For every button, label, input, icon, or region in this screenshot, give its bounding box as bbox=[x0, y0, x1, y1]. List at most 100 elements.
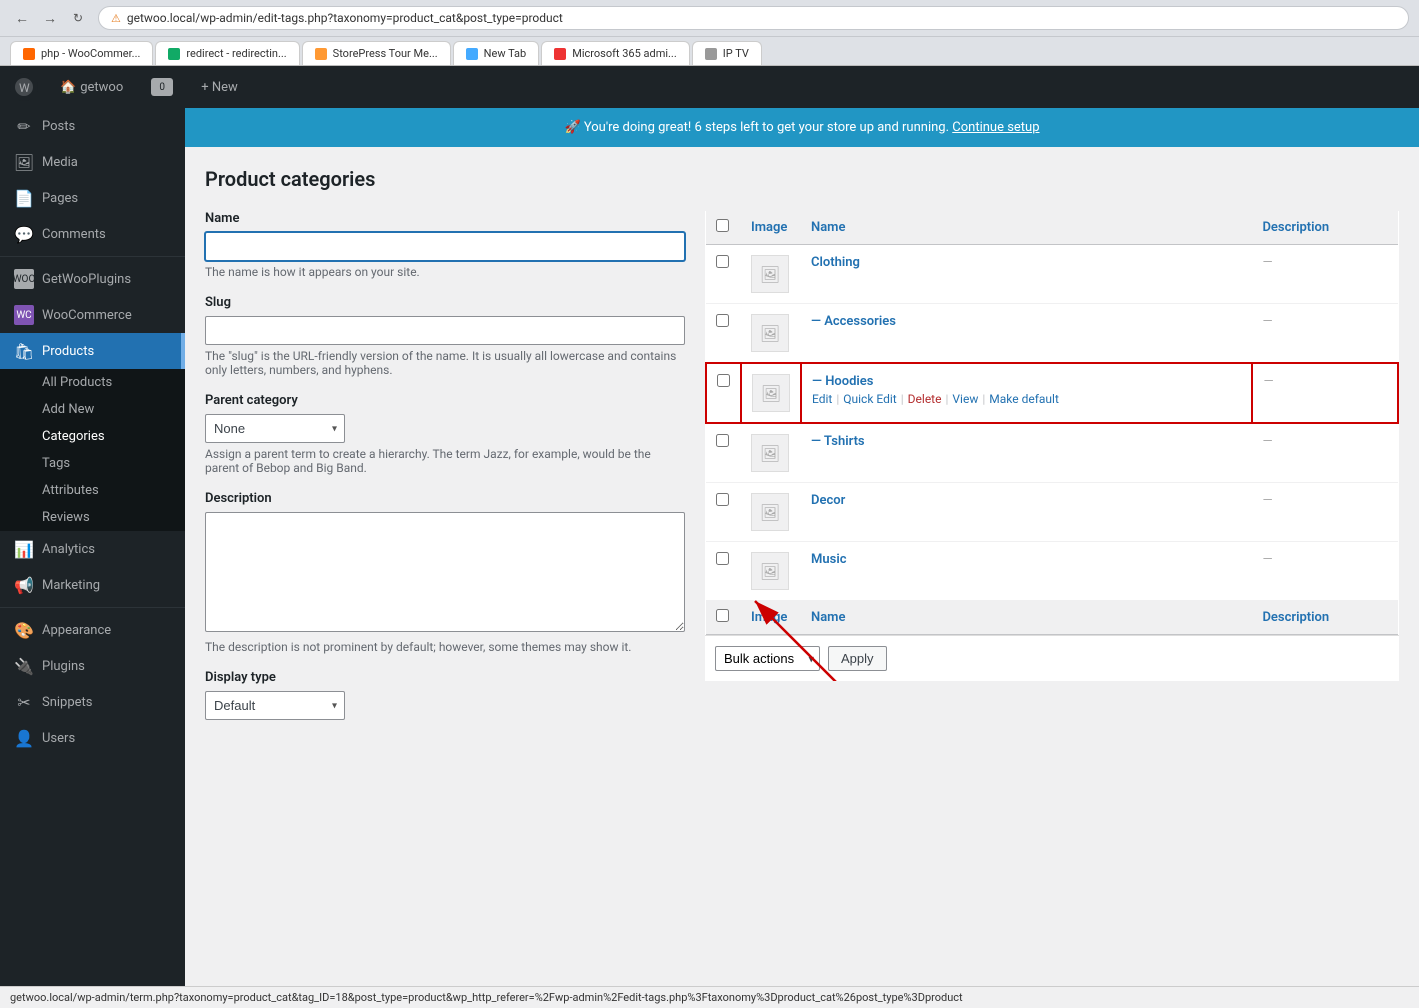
row-desc-cell: — bbox=[1252, 542, 1398, 601]
sidebar-submenu-reviews[interactable]: Reviews bbox=[0, 504, 185, 531]
table-bottom-header-row: Image Name Description bbox=[706, 601, 1398, 635]
description-textarea[interactable] bbox=[205, 512, 685, 632]
col-header-name[interactable]: Name bbox=[801, 211, 1252, 245]
bottom-col-name[interactable]: Name bbox=[801, 601, 1252, 635]
sidebar-item-woocommerce[interactable]: WC WooCommerce bbox=[0, 297, 185, 333]
table-row: 🖼 — Tshirts — bbox=[706, 423, 1398, 483]
sidebar-item-plugins[interactable]: 🔌 Plugins bbox=[0, 648, 185, 684]
sidebar-submenu-all-products[interactable]: All Products bbox=[0, 369, 185, 396]
row-checkbox[interactable] bbox=[717, 374, 730, 387]
tab-php[interactable]: php - WooCommer... bbox=[10, 41, 153, 65]
row-checkbox-cell bbox=[706, 542, 741, 601]
wp-logo[interactable]: W bbox=[10, 73, 38, 101]
row-checkbox[interactable] bbox=[716, 255, 729, 268]
row-checkbox[interactable] bbox=[716, 552, 729, 565]
description-label: Description bbox=[205, 491, 685, 506]
category-name-link[interactable]: — Tshirts bbox=[811, 434, 865, 449]
address-bar[interactable]: ⚠ getwoo.local/wp-admin/edit-tags.php?ta… bbox=[98, 6, 1409, 30]
form-group-slug: Slug The "slug" is the URL-friendly vers… bbox=[205, 295, 685, 377]
form-group-name: Name The name is how it appears on your … bbox=[205, 211, 685, 279]
make-default-link[interactable]: Make default bbox=[989, 392, 1059, 406]
view-link[interactable]: View bbox=[952, 392, 978, 406]
category-name-link[interactable]: Music bbox=[811, 552, 846, 567]
sidebar-item-comments[interactable]: 💬 Comments bbox=[0, 216, 185, 252]
forward-button[interactable]: → bbox=[38, 6, 62, 30]
back-button[interactable]: ← bbox=[10, 6, 34, 30]
bottom-col-image[interactable]: Image bbox=[741, 601, 801, 635]
sidebar-item-analytics[interactable]: 📊 Analytics bbox=[0, 531, 185, 567]
sidebar-item-marketing[interactable]: 📢 Marketing bbox=[0, 567, 185, 603]
row-checkbox[interactable] bbox=[716, 314, 729, 327]
sidebar-item-media[interactable]: 🖼 Media bbox=[0, 144, 185, 180]
tab-newtab[interactable]: New Tab bbox=[453, 41, 540, 65]
sidebar-item-getwoo[interactable]: WOO GetWooPlugins bbox=[0, 261, 185, 297]
category-name-link[interactable]: Clothing bbox=[811, 255, 860, 270]
row-checkbox[interactable] bbox=[716, 434, 729, 447]
sidebar-label-media: Media bbox=[42, 155, 78, 170]
delete-link[interactable]: Delete bbox=[908, 392, 942, 406]
bulk-actions-bar: Bulk actions Delete ▾ Apply bbox=[705, 635, 1399, 681]
sidebar-divider bbox=[0, 256, 185, 257]
quick-edit-link[interactable]: Quick Edit bbox=[843, 392, 896, 406]
sidebar-item-products[interactable]: 🛍 Products bbox=[0, 333, 185, 369]
name-input[interactable] bbox=[205, 232, 685, 261]
parent-select[interactable]: None Clothing Accessories Hoodies Tshirt… bbox=[205, 414, 345, 443]
reload-button[interactable]: ↻ bbox=[66, 6, 90, 30]
bulk-select-wrap: Bulk actions Delete ▾ bbox=[715, 646, 820, 671]
sidebar-item-users[interactable]: 👤 Users bbox=[0, 720, 185, 756]
row-desc-cell: — bbox=[1252, 423, 1398, 483]
row-checkbox[interactable] bbox=[716, 493, 729, 506]
col-header-image[interactable]: Image bbox=[741, 211, 801, 245]
row-image-cell: 🖼 bbox=[741, 304, 801, 364]
sidebar-label-posts: Posts bbox=[42, 119, 75, 134]
sidebar-label-users: Users bbox=[42, 731, 75, 746]
form-group-display-type: Display type Default Products Subcategor… bbox=[205, 670, 685, 720]
row-name-cell: — Hoodies Edit | Quick Edit | Delete bbox=[801, 363, 1252, 423]
bottom-col-description[interactable]: Description bbox=[1252, 601, 1398, 635]
admin-bar-comments[interactable]: 0 bbox=[145, 66, 179, 108]
sidebar-item-pages[interactable]: 📄 Pages bbox=[0, 180, 185, 216]
table-row-hoodies: 🖼 — Hoodies Edit | Quick Edit bbox=[706, 363, 1398, 423]
sidebar-item-appearance[interactable]: 🎨 Appearance bbox=[0, 612, 185, 648]
select-all-checkbox[interactable] bbox=[716, 219, 729, 232]
display-type-select[interactable]: Default Products Subcategories Both bbox=[205, 691, 345, 720]
col-header-description[interactable]: Description bbox=[1252, 211, 1398, 245]
sidebar-item-snippets[interactable]: ✂ Snippets bbox=[0, 684, 185, 720]
sidebar-item-posts[interactable]: ✏ Posts bbox=[0, 108, 185, 144]
parent-hint: Assign a parent term to create a hierarc… bbox=[205, 447, 685, 475]
name-hint: The name is how it appears on your site. bbox=[205, 265, 685, 279]
apply-button[interactable]: Apply bbox=[828, 646, 887, 671]
category-name-link[interactable]: — Hoodies bbox=[812, 374, 873, 389]
nav-buttons[interactable]: ← → ↻ bbox=[10, 6, 90, 30]
status-bar: getwoo.local/wp-admin/term.php?taxonomy=… bbox=[0, 986, 1419, 1008]
separator: | bbox=[982, 392, 985, 406]
edit-link[interactable]: Edit bbox=[812, 392, 832, 406]
tab-label: redirect - redirectin... bbox=[186, 47, 286, 60]
admin-bar-home[interactable]: 🏠 getwoo bbox=[54, 66, 129, 108]
products-submenu: All Products Add New Categories Tags Att… bbox=[0, 369, 185, 531]
woo-icon: WC bbox=[14, 305, 34, 325]
category-name-link[interactable]: — Accessories bbox=[811, 314, 896, 329]
tab-icon bbox=[705, 48, 717, 60]
admin-bar-new[interactable]: + New bbox=[195, 66, 244, 108]
slug-hint: The "slug" is the URL-friendly version o… bbox=[205, 349, 685, 377]
sidebar-submenu-add-new[interactable]: Add New bbox=[0, 396, 185, 423]
sidebar-submenu-tags[interactable]: Tags bbox=[0, 450, 185, 477]
bottom-select-all[interactable] bbox=[716, 609, 729, 622]
wp-sidebar: ✏ Posts 🖼 Media 📄 Pages 💬 Comments W bbox=[0, 108, 185, 986]
tab-storepress[interactable]: StorePress Tour Me... bbox=[302, 41, 451, 65]
row-name-cell: — Accessories bbox=[801, 304, 1252, 364]
row-name-cell: Music bbox=[801, 542, 1252, 601]
posts-icon: ✏ bbox=[14, 116, 34, 136]
slug-input[interactable] bbox=[205, 316, 685, 345]
tab-iptv[interactable]: IP TV bbox=[692, 41, 762, 65]
snippets-icon: ✂ bbox=[14, 692, 34, 712]
sidebar-submenu-attributes[interactable]: Attributes bbox=[0, 477, 185, 504]
tab-redirect[interactable]: redirect - redirectin... bbox=[155, 41, 299, 65]
banner-link[interactable]: Continue setup bbox=[952, 120, 1039, 135]
category-name-link[interactable]: Decor bbox=[811, 493, 845, 508]
sidebar-submenu-categories[interactable]: Categories bbox=[0, 423, 185, 450]
tab-m365[interactable]: Microsoft 365 admi... bbox=[541, 41, 690, 65]
tab-label: New Tab bbox=[484, 47, 527, 60]
bulk-actions-select[interactable]: Bulk actions Delete bbox=[715, 646, 820, 671]
